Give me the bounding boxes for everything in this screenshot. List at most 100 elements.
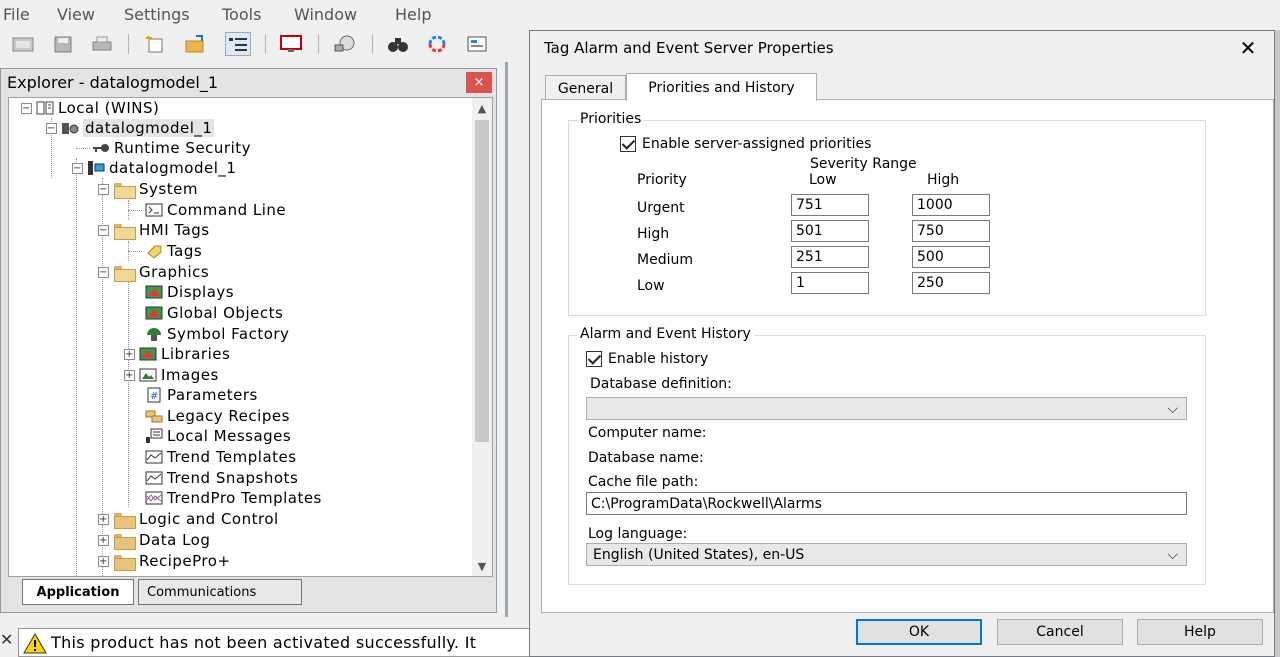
collapse-icon[interactable]: − [98, 224, 109, 236]
medium-high-input[interactable] [912, 246, 990, 268]
tab-general[interactable]: General [545, 75, 626, 101]
tab-label: Communications [147, 584, 257, 600]
menu-window[interactable]: Window [294, 5, 357, 24]
tree-item-hmi-tags[interactable]: − HMI Tags [98, 220, 210, 240]
status-close-icon[interactable]: ✕ [0, 630, 16, 649]
tree-item-label: Legacy Recipes [167, 407, 290, 425]
explorer-title: Explorer - datalogmodel_1 [7, 73, 218, 92]
history-group: Alarm and Event History Enable history D… [568, 326, 1206, 585]
high-high-input[interactable] [912, 220, 990, 242]
menu-view[interactable]: View [57, 5, 95, 24]
tree-item-trend-snapshots[interactable]: Trend Snapshots [145, 468, 298, 488]
scroll-down-icon[interactable]: ▼ [472, 556, 492, 576]
tree-item-local-messages[interactable]: Local Messages [145, 426, 291, 446]
tree-item-application[interactable]: − datalogmodel_1 [46, 118, 215, 138]
ok-button[interactable]: OK [856, 619, 982, 645]
tree-item-project[interactable]: − datalogmodel_1 [72, 158, 236, 178]
save-button[interactable] [50, 32, 76, 56]
tree-item-runtime-security[interactable]: Runtime Security [92, 138, 251, 158]
tab-priorities-and-history[interactable]: Priorities and History [626, 73, 817, 101]
checkbox-checked-icon [620, 136, 636, 152]
medium-low-input[interactable] [791, 246, 869, 268]
urgent-high-input[interactable] [912, 194, 990, 216]
expand-icon[interactable]: + [98, 513, 109, 525]
menu-tools[interactable]: Tools [222, 5, 261, 24]
urgent-low-input[interactable] [791, 194, 869, 216]
tree-item-label: System [139, 180, 198, 198]
menu-settings[interactable]: Settings [124, 5, 190, 24]
new-item-button[interactable] [142, 32, 168, 56]
checkbox-checked-icon [586, 351, 602, 367]
tree-item-command-line[interactable]: Command Line [145, 200, 286, 220]
explorer-close-button[interactable]: × [466, 72, 492, 93]
database-definition-select[interactable]: ⌵ [586, 397, 1187, 420]
find-button[interactable] [385, 32, 411, 56]
scroll-thumb[interactable] [475, 120, 489, 442]
low-high-input[interactable] [912, 272, 990, 294]
tree-item-images[interactable]: + Images [124, 365, 219, 385]
expand-icon[interactable]: + [98, 534, 109, 546]
tree-item-parameters[interactable]: # Parameters [145, 385, 258, 405]
collapse-icon[interactable]: − [21, 102, 32, 114]
cache-file-path-input[interactable] [586, 492, 1187, 515]
collapse-icon[interactable]: − [98, 183, 109, 195]
tree-item-trendpro-templates[interactable]: TrendPro Templates [145, 488, 322, 508]
tab-application[interactable]: Application [22, 579, 134, 605]
collapse-icon[interactable]: − [46, 122, 57, 134]
high-low-input[interactable] [791, 220, 869, 242]
properties-button[interactable] [464, 32, 490, 56]
menu-help[interactable]: Help [395, 5, 431, 24]
enable-priorities-checkbox[interactable]: Enable server-assigned priorities [620, 136, 871, 152]
tree-item-recipepro[interactable]: + RecipePro+ [98, 551, 231, 571]
tree-item-data-log[interactable]: + Data Log [98, 530, 210, 550]
tree-item-legacy-recipes[interactable]: Legacy Recipes [145, 406, 290, 426]
refresh-button[interactable] [424, 32, 450, 56]
tree-item-local[interactable]: − Local (WINS) [21, 98, 159, 118]
expand-icon[interactable]: + [98, 555, 109, 567]
tree-item-global-objects[interactable]: Global Objects [145, 303, 283, 323]
collapse-icon[interactable]: − [72, 162, 83, 174]
legacy-recipes-icon [145, 410, 163, 423]
chevron-down-icon: ⌵ [1167, 401, 1178, 417]
folder-open-icon [113, 182, 136, 199]
tree-item-displays[interactable]: Displays [145, 282, 234, 302]
svg-text:#: # [150, 391, 159, 402]
checkbox-label: Enable server-assigned priorities [642, 136, 872, 152]
log-language-select[interactable]: English (United States), en-US ⌵ [586, 543, 1187, 566]
expand-icon[interactable]: + [124, 348, 135, 360]
tree-item-label: HMI Tags [139, 221, 210, 239]
tree-item-label: Logic and Control [139, 510, 279, 528]
dialog-close-button[interactable]: ✕ [1230, 36, 1266, 60]
close-icon: × [473, 75, 485, 90]
tree-item-label: Local (WINS) [58, 99, 160, 117]
tab-communications[interactable]: Communications [138, 579, 302, 605]
cache-file-path-label: Cache file path: [588, 474, 699, 490]
open-button[interactable] [182, 32, 208, 56]
display-button[interactable] [278, 32, 304, 56]
cancel-button[interactable]: Cancel [997, 619, 1123, 645]
tree-item-label: Libraries [161, 345, 231, 363]
tree-item-symbol-factory[interactable]: Symbol Factory [145, 324, 289, 344]
collapse-icon[interactable]: − [98, 266, 109, 278]
help-button[interactable]: Help [1137, 619, 1263, 645]
enable-history-checkbox[interactable]: Enable history [586, 351, 708, 367]
menu-file[interactable]: File [3, 5, 30, 24]
low-low-input[interactable] [791, 272, 869, 294]
tree-item-system[interactable]: − System [98, 179, 198, 199]
print-button[interactable] [89, 32, 115, 56]
scroll-up-icon[interactable]: ▲ [472, 98, 492, 118]
tree-scrollbar[interactable]: ▲ ▼ [472, 98, 492, 576]
tree-item-tags[interactable]: Tags [145, 241, 202, 261]
tree-item-trend-templates[interactable]: Trend Templates [145, 447, 297, 467]
tree-view-button[interactable] [225, 32, 251, 56]
network-button[interactable] [332, 32, 358, 56]
tree-item-libraries[interactable]: + Libraries [124, 344, 230, 364]
tree-item-label: Runtime Security [114, 139, 252, 157]
tree-item-label: Trend Snapshots [167, 469, 299, 487]
tree-item-logic-and-control[interactable]: + Logic and Control [98, 509, 279, 529]
hmi-server-icon [88, 161, 105, 175]
expand-icon[interactable]: + [124, 369, 135, 381]
tree-item-graphics[interactable]: − Graphics [98, 262, 209, 282]
new-project-button[interactable] [10, 32, 36, 56]
panel-divider[interactable] [505, 62, 508, 617]
